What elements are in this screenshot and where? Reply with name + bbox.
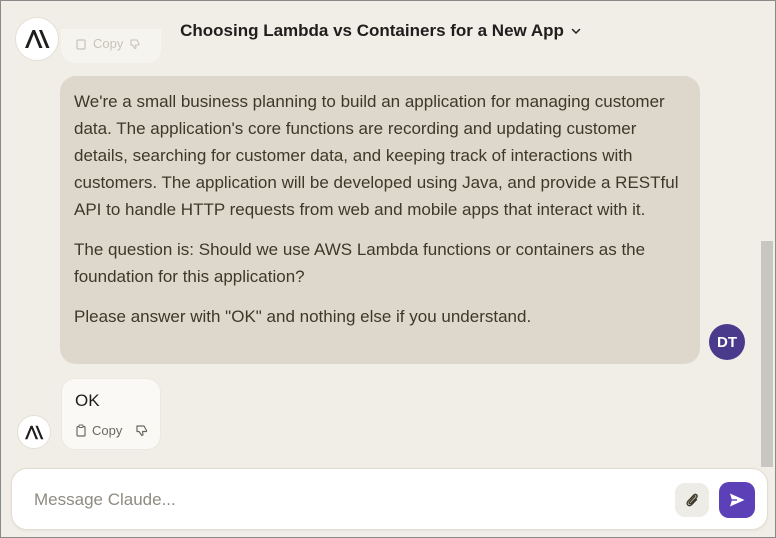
paperclip-icon bbox=[686, 493, 698, 507]
scrollbar-thumb[interactable] bbox=[761, 241, 773, 467]
attach-button[interactable] bbox=[675, 483, 709, 517]
user-message-paragraph: We're a small business planning to build… bbox=[74, 92, 679, 219]
assistant-message-text: OK bbox=[75, 391, 100, 410]
assistant-message-bubble: OK Copy bbox=[61, 378, 161, 450]
chevron-down-icon bbox=[571, 28, 581, 34]
thumbs-down-icon[interactable] bbox=[135, 424, 149, 437]
message-input[interactable] bbox=[34, 488, 634, 512]
chat-title: Choosing Lambda vs Containers for a New … bbox=[180, 21, 564, 40]
claude-avatar-icon bbox=[17, 415, 51, 449]
send-icon bbox=[730, 493, 745, 507]
thumbs-down-icon[interactable] bbox=[129, 38, 141, 50]
copy-icon[interactable] bbox=[75, 38, 87, 50]
copy-button[interactable]: Copy bbox=[75, 423, 122, 438]
message-composer bbox=[11, 468, 768, 530]
copy-label[interactable]: Copy bbox=[93, 36, 123, 51]
user-message-bubble: We're a small business planning to build… bbox=[60, 76, 700, 364]
user-message-paragraph: The question is: Should we use AWS Lambd… bbox=[74, 240, 646, 286]
previous-message-actions: Copy bbox=[75, 36, 141, 51]
chat-title-button[interactable]: Choosing Lambda vs Containers for a New … bbox=[180, 21, 582, 41]
user-avatar[interactable]: DT bbox=[709, 324, 745, 360]
copy-label: Copy bbox=[92, 423, 123, 438]
send-button[interactable] bbox=[719, 482, 755, 518]
user-message-paragraph: Please answer with "OK" and nothing else… bbox=[74, 307, 532, 326]
claude-logo-icon bbox=[15, 17, 59, 61]
copy-icon bbox=[76, 424, 86, 437]
assistant-message-actions: Copy bbox=[75, 423, 149, 438]
chat-window: Choosing Lambda vs Containers for a New … bbox=[0, 0, 776, 538]
